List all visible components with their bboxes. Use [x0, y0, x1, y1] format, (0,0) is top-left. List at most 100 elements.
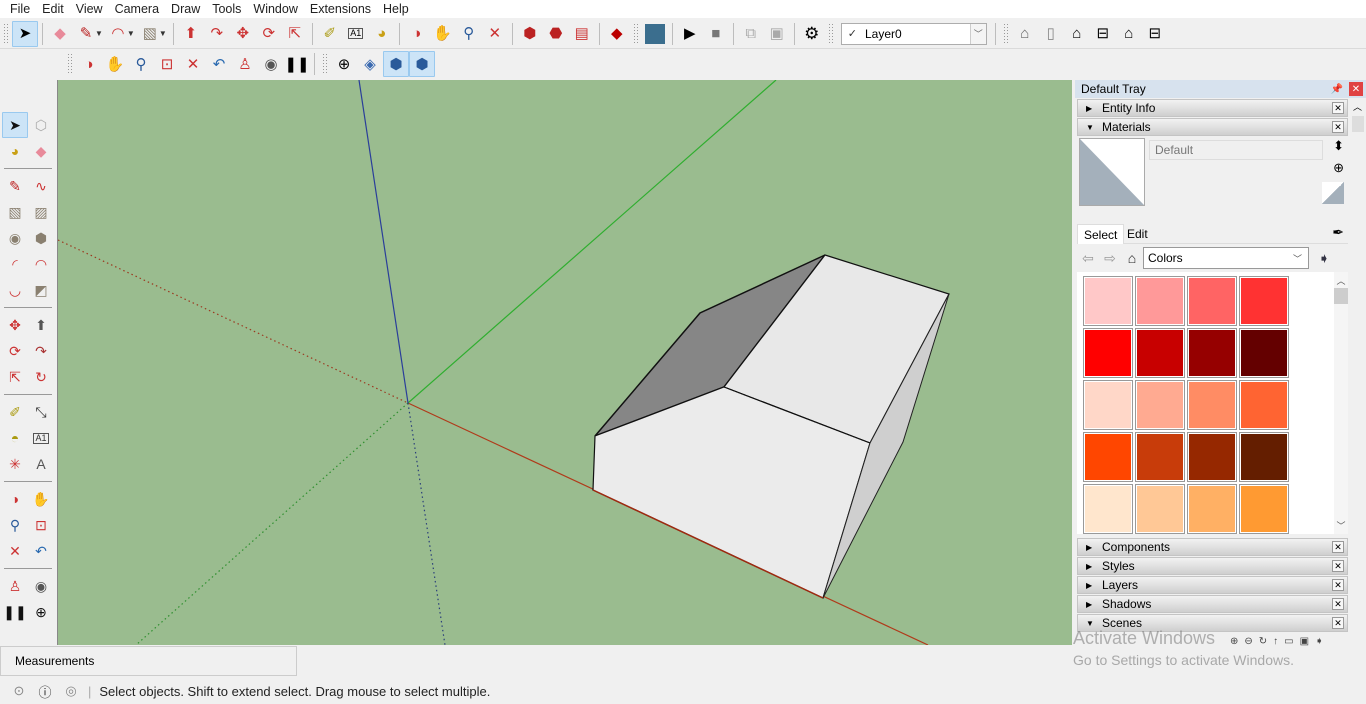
- color-swatch[interactable]: [1239, 328, 1289, 378]
- rotate-tool-button[interactable]: ⟳: [2, 338, 28, 364]
- 3d-model[interactable]: [592, 254, 950, 599]
- lumion-button[interactable]: [642, 21, 668, 47]
- move-tool-button[interactable]: ✥: [2, 312, 28, 338]
- sample-paint-icon[interactable]: ✒: [1332, 224, 1344, 241]
- toolbar-grip[interactable]: [1002, 22, 1009, 45]
- scroll-thumb[interactable]: [1334, 288, 1348, 304]
- display-secondary-pane-icon[interactable]: ⬍: [1333, 138, 1344, 154]
- iso-view-button[interactable]: ⌂: [1012, 21, 1038, 47]
- color-swatch[interactable]: [1239, 276, 1289, 326]
- previous-view-tool-button[interactable]: ↶: [28, 538, 54, 564]
- zoom-extents-button[interactable]: ✕: [180, 51, 206, 77]
- color-swatch[interactable]: [1187, 380, 1237, 430]
- look-around-button[interactable]: ◉: [258, 51, 284, 77]
- geo-location-icon[interactable]: ⊙: [6, 683, 32, 699]
- orbit-tool-button[interactable]: ◑: [2, 486, 28, 512]
- pin-icon[interactable]: 📌: [1331, 84, 1343, 95]
- color-swatch[interactable]: [1083, 380, 1133, 430]
- color-swatch[interactable]: [1083, 432, 1133, 482]
- color-swatch[interactable]: [1083, 276, 1133, 326]
- library-dropdown[interactable]: Colors ﹀: [1143, 247, 1309, 269]
- top-view-button[interactable]: ⊟: [1090, 21, 1116, 47]
- scroll-up-icon[interactable]: ︿: [1334, 274, 1348, 287]
- tray-scrollbar[interactable]: ︿: [1350, 98, 1366, 643]
- color-swatch[interactable]: [1135, 432, 1185, 482]
- pie-tool-button[interactable]: ◩: [28, 277, 54, 303]
- pan-tool-button[interactable]: ✋: [28, 486, 54, 512]
- scroll-down-icon[interactable]: ﹀: [1334, 519, 1348, 532]
- menu-draw[interactable]: Draw: [165, 0, 206, 18]
- view-options-icon[interactable]: ▭: [1284, 636, 1299, 647]
- home-icon[interactable]: ⌂: [1121, 250, 1143, 266]
- color-swatch[interactable]: [1083, 484, 1133, 534]
- toolbar-grip[interactable]: [67, 53, 73, 75]
- menu-extensions[interactable]: Extensions: [304, 0, 377, 18]
- scroll-up-icon[interactable]: ︿: [1353, 100, 1362, 113]
- close-panel-button[interactable]: ✕: [1332, 598, 1344, 610]
- camera-off-button[interactable]: ▣: [764, 21, 790, 47]
- close-tray-button[interactable]: ✕: [1349, 82, 1363, 96]
- follow-me-tool-button[interactable]: ↷: [28, 338, 54, 364]
- 3d-text-tool-button[interactable]: A: [28, 451, 54, 477]
- color-swatch[interactable]: [1239, 484, 1289, 534]
- color-swatch[interactable]: [1187, 432, 1237, 482]
- eraser-tool-button[interactable]: ◆: [47, 21, 73, 47]
- tab-select[interactable]: Select: [1077, 224, 1125, 244]
- front-view-button[interactable]: ▯: [1038, 21, 1064, 47]
- send-to-layout-button[interactable]: ▤: [569, 21, 595, 47]
- make-component-tool-button[interactable]: ⬡: [28, 112, 54, 138]
- drawing-viewport[interactable]: [57, 80, 1072, 645]
- back-view-button[interactable]: ⊟: [1142, 21, 1168, 47]
- back-arrow-icon[interactable]: ⇦: [1077, 250, 1099, 267]
- menu-view[interactable]: View: [70, 0, 109, 18]
- close-panel-button[interactable]: ✕: [1332, 121, 1344, 133]
- color-swatch[interactable]: [1135, 484, 1185, 534]
- toolbar-grip[interactable]: [632, 22, 639, 45]
- credits-icon[interactable]: ⓘ: [32, 682, 58, 701]
- menu-tools[interactable]: Tools: [206, 0, 247, 18]
- axes-tool-button[interactable]: ✳: [2, 451, 28, 477]
- orbit-button[interactable]: ◑: [404, 21, 430, 47]
- sync-button[interactable]: ⧉: [738, 21, 764, 47]
- line-tool-button[interactable]: ✎: [2, 173, 28, 199]
- select-tool-button[interactable]: ➤: [2, 112, 28, 138]
- measurements-box[interactable]: Measurements: [0, 646, 297, 676]
- panel-materials[interactable]: ▼ Materials ✕: [1077, 118, 1348, 136]
- scale-button[interactable]: ⇱: [282, 21, 308, 47]
- pan-button[interactable]: ✋: [102, 51, 128, 77]
- follow-me-button[interactable]: ↷: [204, 21, 230, 47]
- orbit-button[interactable]: ◑: [76, 51, 102, 77]
- freehand-tool-button[interactable]: ∿: [28, 173, 54, 199]
- close-panel-button[interactable]: ✕: [1332, 579, 1344, 591]
- pan-button[interactable]: ✋: [430, 21, 456, 47]
- update-scene-icon[interactable]: ↻: [1259, 636, 1273, 647]
- protractor-tool-button[interactable]: ◓: [2, 425, 28, 451]
- close-panel-button[interactable]: ✕: [1332, 541, 1344, 553]
- tape-measure-button[interactable]: ✐: [317, 21, 343, 47]
- play-button[interactable]: ▶: [677, 21, 703, 47]
- zoom-tool-button[interactable]: ⚲: [2, 512, 28, 538]
- panel-entity-info[interactable]: ▶ Entity Info ✕: [1077, 99, 1348, 117]
- walk-button[interactable]: ❚❚: [284, 51, 310, 77]
- circle-tool-button[interactable]: ◉: [2, 225, 28, 251]
- scroll-thumb[interactable]: [1352, 116, 1364, 132]
- 3d-warehouse-button[interactable]: ⬢: [517, 21, 543, 47]
- zoom-button[interactable]: ⚲: [456, 21, 482, 47]
- color-swatch[interactable]: [1187, 276, 1237, 326]
- section-plane-tool-button[interactable]: ⊕: [28, 599, 54, 625]
- extension-warehouse-button[interactable]: ⬣: [543, 21, 569, 47]
- color-swatch[interactable]: [1239, 432, 1289, 482]
- toolbar-grip[interactable]: [322, 53, 328, 75]
- look-around-tool-button[interactable]: ◉: [28, 573, 54, 599]
- rotated-rectangle-tool-button[interactable]: ▨: [28, 199, 54, 225]
- position-camera-button[interactable]: ♙: [232, 51, 258, 77]
- menu-file[interactable]: File: [4, 0, 36, 18]
- display-section-planes-button[interactable]: ◈: [357, 51, 383, 77]
- dimension-tool-button[interactable]: ⤡: [28, 399, 54, 425]
- model-canvas[interactable]: [58, 80, 1072, 645]
- arc-tool-button[interactable]: ◜: [2, 251, 28, 277]
- toolbar-grip[interactable]: [3, 22, 9, 45]
- polygon-tool-button[interactable]: ⬢: [28, 225, 54, 251]
- arc-dropdown-icon[interactable]: ▼: [127, 29, 135, 38]
- display-section-cuts-button[interactable]: ⬢: [383, 51, 409, 77]
